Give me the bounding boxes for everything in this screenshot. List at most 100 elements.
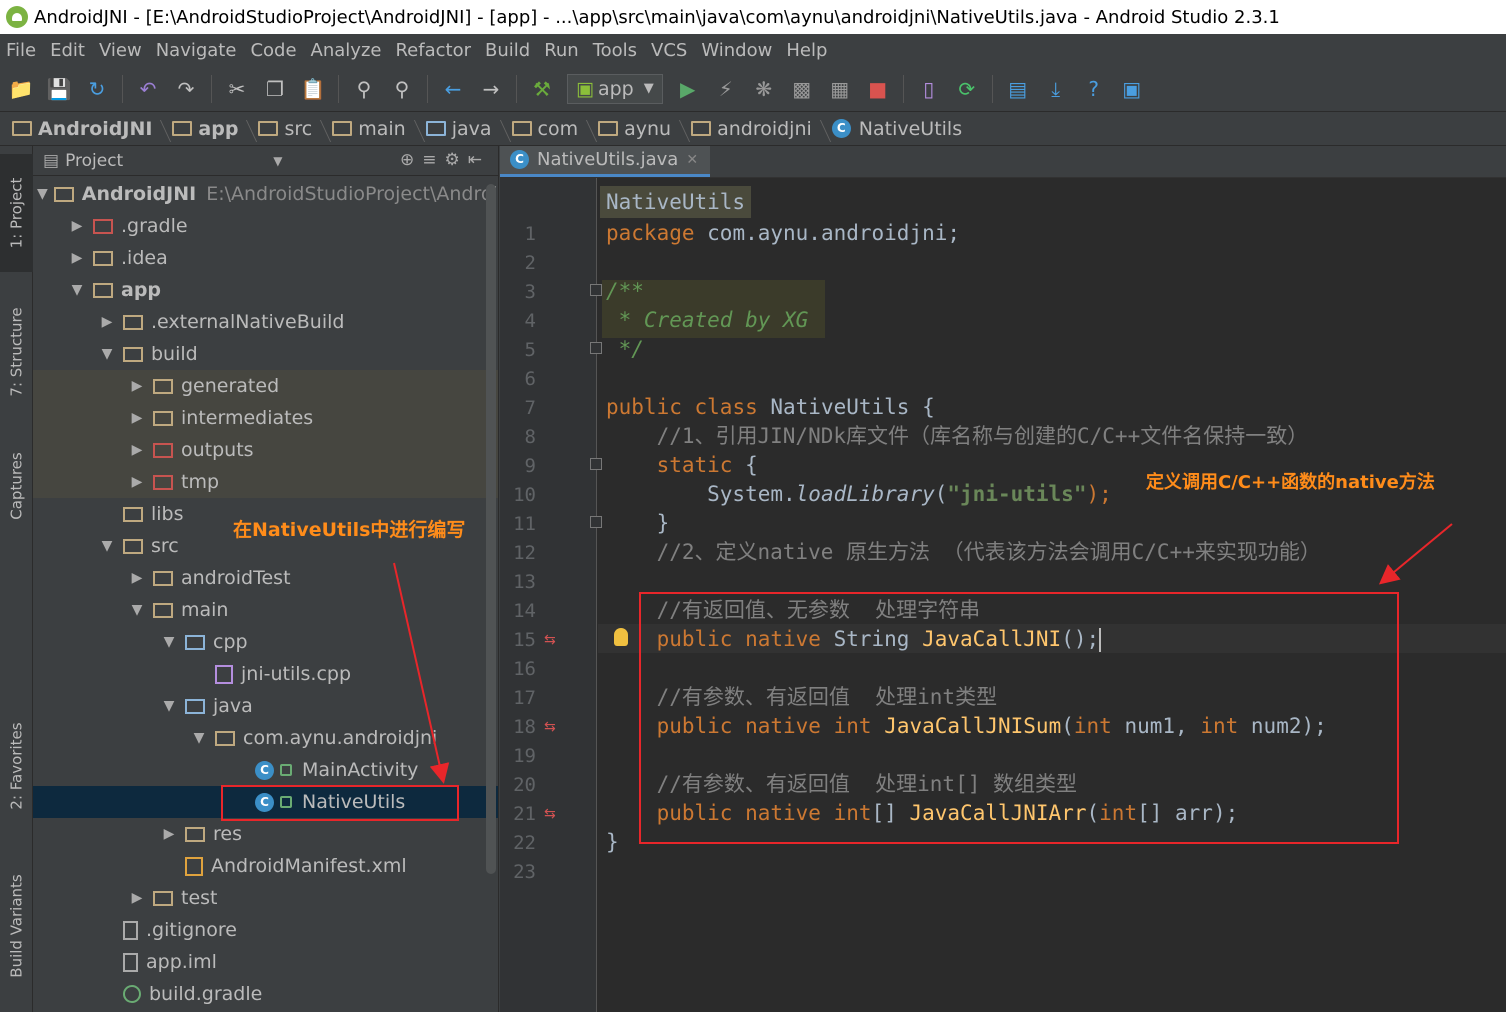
tree-item-mainactivity[interactable]: C MainActivity — [33, 754, 498, 786]
run-icon[interactable]: ▶ — [675, 76, 701, 102]
tree-item-androidjni[interactable]: ▼ AndroidJNI E:\AndroidStudioProject\Andro… — [33, 178, 498, 210]
code-line-9[interactable]: static { — [606, 451, 758, 480]
expand-arrow-icon[interactable]: ▼ — [97, 346, 117, 362]
implemented-native-icon[interactable]: ⇆ — [544, 807, 564, 821]
sync-icon[interactable]: ↻ — [84, 76, 110, 102]
menu-run[interactable]: Run — [544, 40, 579, 61]
tab-build-variants[interactable]: Build Variants — [0, 856, 33, 996]
tree-item-app-iml[interactable]: app.iml — [33, 946, 498, 978]
redo-icon[interactable]: ↷ — [173, 76, 199, 102]
undo-icon[interactable]: ↶ — [135, 76, 161, 102]
menu-edit[interactable]: Edit — [50, 40, 85, 61]
tree-item-tmp[interactable]: ▶ tmp — [33, 466, 498, 498]
replace-icon[interactable]: ⚲ — [389, 76, 415, 102]
tab-nativeutils-java[interactable]: C NativeUtils.java ✕ — [500, 146, 711, 177]
tree-item-androidmanifest[interactable]: AndroidManifest.xml — [33, 850, 498, 882]
breadcrumb-item-androidjni-pkg[interactable]: androidjni — [691, 118, 822, 140]
code-line-1[interactable]: package com.aynu.androidjni; — [606, 219, 960, 248]
tree-item-cpp[interactable]: ▼ cpp — [33, 626, 498, 658]
back-icon[interactable]: ← — [440, 76, 466, 102]
tree-item-generated[interactable]: ▶ generated — [33, 370, 498, 402]
expand-arrow-icon[interactable]: ▼ — [67, 282, 87, 298]
run-config-select[interactable]: ▣ app ▼ — [567, 73, 663, 104]
project-view-selector[interactable]: Project — [65, 151, 123, 171]
tree-item-androidtest[interactable]: ▶ androidTest — [33, 562, 498, 594]
avd-manager-icon[interactable]: ▯ — [916, 76, 942, 102]
breadcrumb-item-aynu[interactable]: aynu — [598, 118, 681, 140]
breadcrumb-item-src[interactable]: src — [258, 118, 322, 140]
menu-refactor[interactable]: Refactor — [395, 40, 471, 61]
collapse-arrow-icon[interactable]: ▶ — [127, 474, 147, 490]
breadcrumb-item-java[interactable]: java — [425, 118, 502, 140]
menu-file[interactable]: File — [6, 40, 36, 61]
collapse-arrow-icon[interactable]: ▶ — [97, 314, 117, 330]
collapse-arrow-icon[interactable]: ▶ — [159, 826, 179, 842]
help-icon[interactable]: ? — [1081, 76, 1107, 102]
breadcrumb-item-androidjni[interactable]: AndroidJNI — [12, 118, 162, 140]
build-icon[interactable]: ⚒ — [529, 76, 555, 102]
translate-icon[interactable]: ▣ — [1119, 76, 1145, 102]
code-line-12[interactable]: //2、定义native 原生方法 （代表该方法会调用C/C++来实现功能） — [606, 538, 1321, 567]
stop-icon[interactable]: ■ — [865, 76, 891, 102]
forward-icon[interactable]: → — [478, 76, 504, 102]
tree-item-build[interactable]: ▼ build — [33, 338, 498, 370]
menu-tools[interactable]: Tools — [593, 40, 637, 61]
breadcrumb-item-app[interactable]: app — [172, 118, 248, 140]
tree-item-res[interactable]: ▶ res — [33, 818, 498, 850]
tree-item-main[interactable]: ▼ main — [33, 594, 498, 626]
attach-debugger-icon[interactable]: ▩ — [789, 76, 815, 102]
tree-item-gitignore[interactable]: .gitignore — [33, 914, 498, 946]
expand-arrow-icon[interactable]: ▼ — [159, 634, 179, 650]
gear-icon[interactable]: ⚙ — [445, 150, 468, 170]
breadcrumb-item-main[interactable]: main — [332, 118, 415, 140]
tree-item-idea[interactable]: ▶ .idea — [33, 242, 498, 274]
tab-structure[interactable]: 7: Structure — [0, 292, 33, 412]
breadcrumb-item-com[interactable]: com — [511, 118, 589, 140]
expand-arrow-icon[interactable]: ▼ — [97, 538, 117, 554]
collapse-arrow-icon[interactable]: ▶ — [127, 378, 147, 394]
tree-item-java[interactable]: ▼ java — [33, 690, 498, 722]
save-icon[interactable]: 💾 — [46, 76, 72, 102]
project-structure-icon[interactable]: ▤ — [1005, 76, 1031, 102]
code-line-11[interactable]: } — [606, 509, 670, 538]
menu-help[interactable]: Help — [786, 40, 827, 61]
code-line-8[interactable]: //1、引用JIN/NDk库文件（库名称与创建的C/C++文件名保持一致） — [606, 422, 1309, 451]
breadcrumb-item-nativeutils[interactable]: C NativeUtils — [831, 118, 972, 140]
project-panel-scrollbar[interactable] — [486, 184, 496, 874]
menu-view[interactable]: View — [99, 40, 142, 61]
collapse-arrow-icon[interactable]: ▶ — [127, 570, 147, 586]
menu-navigate[interactable]: Navigate — [156, 40, 237, 61]
collapse-arrow-icon[interactable]: ▶ — [67, 250, 87, 266]
profile-icon[interactable]: ▦ — [827, 76, 853, 102]
chevron-down-icon[interactable]: ▼ — [273, 154, 282, 168]
sdk-manager-icon[interactable]: ⤓ — [1043, 76, 1069, 102]
tab-project[interactable]: 1: Project — [0, 154, 33, 272]
paste-icon[interactable]: 📋 — [300, 76, 326, 102]
fold-marker-icon[interactable] — [590, 342, 602, 354]
tab-captures[interactable]: Captures — [0, 436, 33, 536]
collapse-arrow-icon[interactable]: ▶ — [67, 218, 87, 234]
tree-item-gradle-dir[interactable]: ▶ .gradle — [33, 210, 498, 242]
tree-item-externalnativebuild[interactable]: ▶ .externalNativeBuild — [33, 306, 498, 338]
expand-arrow-icon[interactable]: ▼ — [37, 186, 48, 202]
tree-item-package[interactable]: ▼ com.aynu.androidjni — [33, 722, 498, 754]
tree-item-app[interactable]: ▼ app — [33, 274, 498, 306]
copy-icon[interactable]: ❐ — [262, 76, 288, 102]
scroll-from-source-icon[interactable]: ⊕ — [400, 150, 422, 170]
tree-item-test[interactable]: ▶ test — [33, 882, 498, 914]
debug-icon[interactable]: ❋ — [751, 76, 777, 102]
menu-build[interactable]: Build — [485, 40, 530, 61]
close-icon[interactable]: ✕ — [686, 152, 698, 168]
menu-analyze[interactable]: Analyze — [311, 40, 382, 61]
code-line-3[interactable]: /** — [606, 277, 644, 306]
implemented-native-icon[interactable]: ⇆ — [544, 720, 564, 734]
hide-panel-icon[interactable]: ⇤ — [468, 150, 490, 170]
tree-item-build-gradle[interactable]: build.gradle — [33, 978, 498, 1010]
apply-changes-icon[interactable]: ⚡ — [713, 76, 739, 102]
expand-arrow-icon[interactable]: ▼ — [159, 698, 179, 714]
menu-code[interactable]: Code — [250, 40, 296, 61]
tree-item-jni-utils-cpp[interactable]: jni-utils.cpp — [33, 658, 498, 690]
code-line-10[interactable]: System.loadLibrary("jni-utils"); — [606, 480, 1112, 509]
collapse-all-icon[interactable]: ≡ — [422, 150, 444, 170]
cut-icon[interactable]: ✂ — [224, 76, 250, 102]
